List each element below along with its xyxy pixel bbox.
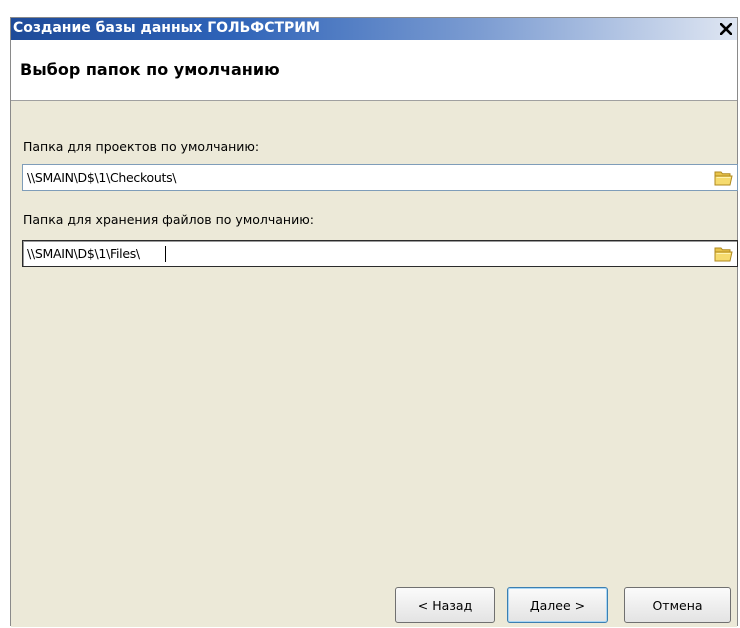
files-folder-browse-button[interactable] <box>713 243 734 264</box>
projects-folder-input[interactable] <box>25 165 709 190</box>
folder-open-icon <box>714 171 733 186</box>
wizard-body: Папка для проектов по умолчанию: Папка д… <box>11 101 738 627</box>
files-folder-field <box>22 240 738 267</box>
next-button[interactable]: Далее > <box>507 587 608 623</box>
projects-folder-label: Папка для проектов по умолчанию: <box>23 139 260 154</box>
files-folder-label: Папка для хранения файлов по умолчанию: <box>23 212 314 227</box>
text-caret <box>165 246 166 262</box>
folder-open-icon <box>714 247 733 262</box>
cancel-button[interactable]: Отмена <box>624 587 731 623</box>
close-button[interactable] <box>718 20 734 37</box>
title-bar[interactable]: Создание базы данных ГОЛЬФСТРИМ <box>11 18 737 40</box>
close-icon <box>719 22 733 36</box>
back-button[interactable]: < Назад <box>395 587 495 623</box>
dialog-window: Создание базы данных ГОЛЬФСТРИМ Выбор па… <box>10 17 738 627</box>
window-title: Создание базы данных ГОЛЬФСТРИМ <box>13 20 320 36</box>
wizard-header: Выбор папок по умолчанию <box>11 40 737 101</box>
projects-folder-browse-button[interactable] <box>713 167 734 188</box>
files-folder-input[interactable] <box>25 241 709 266</box>
page-title: Выбор папок по умолчанию <box>20 60 280 79</box>
projects-folder-field <box>22 164 738 191</box>
